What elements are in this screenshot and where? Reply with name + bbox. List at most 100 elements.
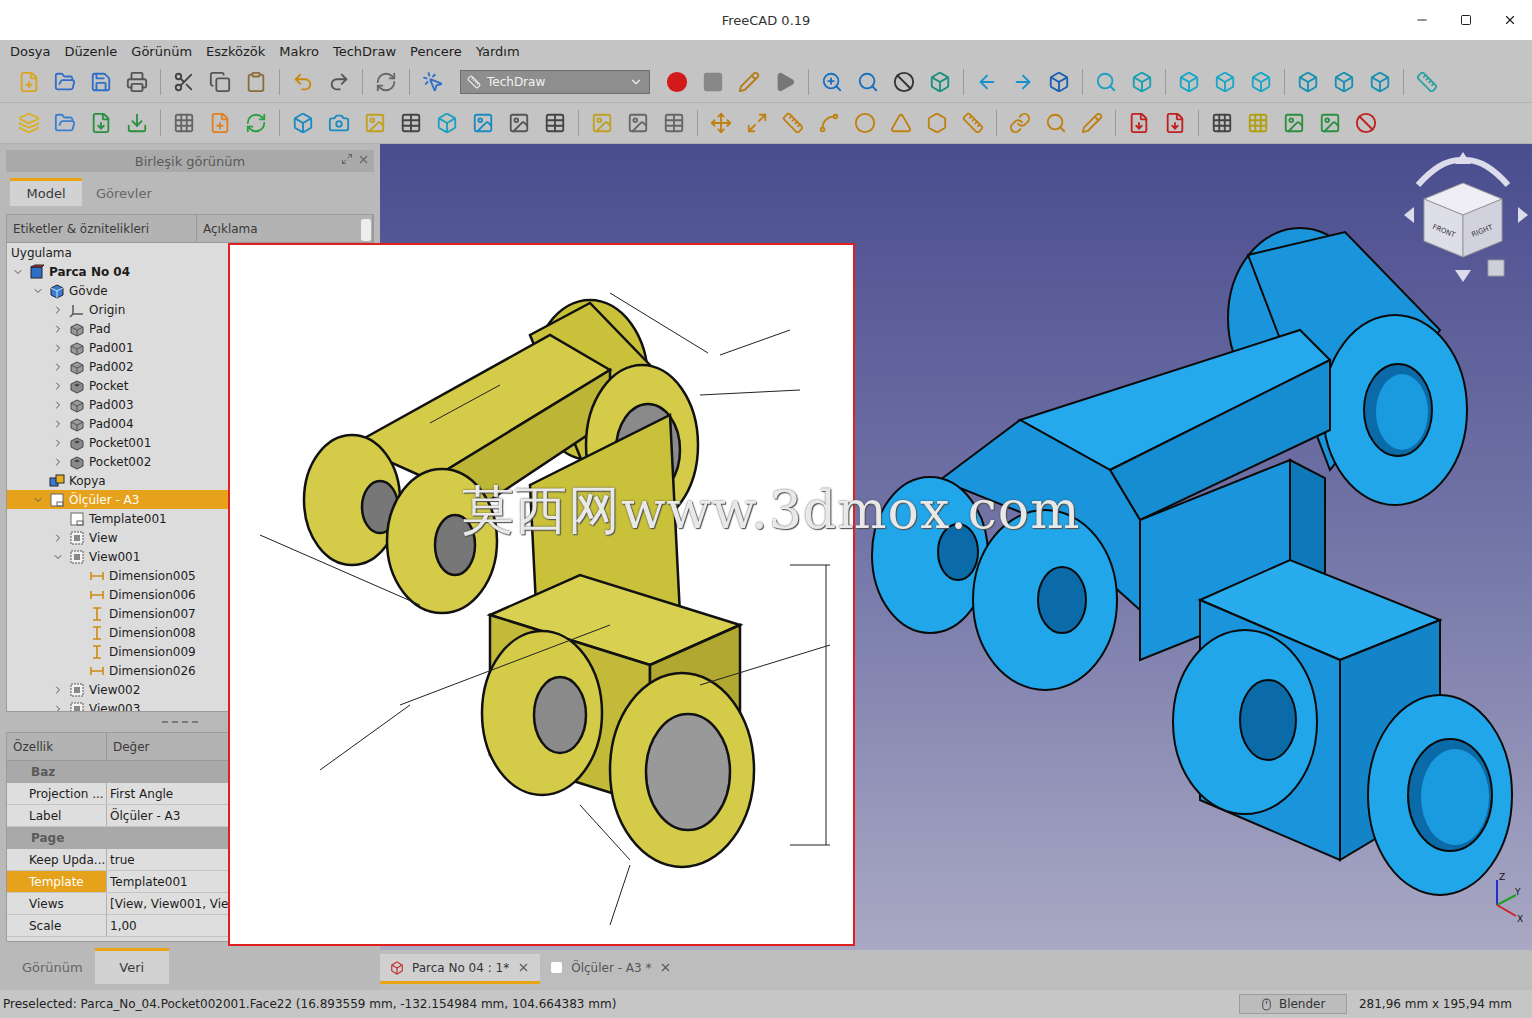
toolbar-button[interactable] — [1122, 107, 1156, 139]
toolbar-button[interactable] — [1363, 66, 1397, 98]
toolbar-button[interactable] — [369, 66, 403, 98]
toolbar-button[interactable] — [239, 107, 273, 139]
toolbar-button[interactable] — [538, 107, 572, 139]
toolbar-button[interactable] — [1125, 66, 1159, 98]
toolbar-button[interactable] — [704, 107, 738, 139]
toolbar-button[interactable] — [1039, 107, 1073, 139]
toolbar-button[interactable] — [1313, 107, 1347, 139]
expander[interactable] — [51, 455, 65, 469]
toolbar-button[interactable] — [851, 66, 885, 98]
expander[interactable] — [51, 550, 65, 564]
rotate-left-icon[interactable] — [1418, 160, 1460, 185]
toolbar-button[interactable] — [887, 66, 921, 98]
toolbar-button[interactable] — [203, 107, 237, 139]
close-tab-icon[interactable] — [517, 961, 530, 974]
toolbar-button[interactable] — [970, 66, 1004, 98]
toolbar-button[interactable] — [1410, 66, 1444, 98]
combo-tab[interactable]: Model — [10, 178, 82, 206]
toolbar-button[interactable] — [84, 66, 118, 98]
navigation-style-button[interactable]: Blender — [1239, 994, 1347, 1014]
expander[interactable] — [51, 303, 65, 317]
toolbar-button[interactable] — [1075, 107, 1109, 139]
toolbar-button[interactable] — [848, 107, 882, 139]
arrow-left-icon[interactable] — [1404, 207, 1414, 223]
toolbar-button[interactable] — [920, 107, 954, 139]
toolbar-button[interactable] — [732, 66, 766, 98]
maximize-button[interactable] — [1444, 0, 1488, 40]
blue-part[interactable] — [872, 228, 1512, 895]
minimize-button[interactable] — [1400, 0, 1444, 40]
toolbar-button[interactable] — [1327, 66, 1361, 98]
toolbar-button[interactable] — [1277, 107, 1311, 139]
expander[interactable] — [51, 341, 65, 355]
document-tab[interactable]: Ölçüler - A3 * — [540, 954, 682, 984]
toolbar-button[interactable] — [585, 107, 619, 139]
menu-item[interactable]: Pencere — [403, 44, 469, 59]
toolbar-button[interactable] — [768, 66, 802, 98]
property-tab[interactable]: Görünüm — [10, 948, 95, 984]
toolbar-button[interactable] — [1208, 66, 1242, 98]
toolbar-button[interactable] — [167, 66, 201, 98]
tree-column-header[interactable]: Açıklama — [197, 215, 373, 242]
combo-tab[interactable]: Görevler — [82, 178, 166, 206]
close-button[interactable] — [1488, 0, 1532, 40]
workbench-select[interactable]: TechDraw — [460, 70, 650, 94]
expander[interactable] — [51, 683, 65, 697]
view-menu-icon[interactable] — [1488, 260, 1504, 276]
arrow-down-icon[interactable] — [1455, 270, 1471, 282]
toolbar-button[interactable] — [120, 66, 154, 98]
expander[interactable] — [51, 360, 65, 374]
toolbar-button[interactable] — [120, 107, 154, 139]
toolbar-button[interactable] — [322, 66, 356, 98]
toolbar-button[interactable] — [322, 107, 356, 139]
toolbar-button[interactable] — [923, 66, 957, 98]
toolbar-button[interactable] — [660, 66, 694, 98]
expander[interactable] — [51, 322, 65, 336]
toolbar-button[interactable] — [167, 107, 201, 139]
toolbar-button[interactable] — [416, 66, 450, 98]
toolbar-button[interactable] — [466, 107, 500, 139]
toolbar-button[interactable] — [1089, 66, 1123, 98]
property-tab[interactable]: Veri — [95, 948, 169, 984]
toolbar-button[interactable] — [48, 66, 82, 98]
toolbar-button[interactable] — [1241, 107, 1275, 139]
rotate-right-icon[interactable] — [1466, 160, 1508, 185]
toolbar-button[interactable] — [657, 107, 691, 139]
toolbar-button[interactable] — [884, 107, 918, 139]
toolbar-button[interactable] — [1244, 66, 1278, 98]
toolbar-button[interactable] — [1003, 107, 1037, 139]
tree-column-header[interactable]: Etiketler & öznitelikleri — [7, 215, 197, 242]
menu-item[interactable]: Makro — [272, 44, 326, 59]
toolbar-button[interactable] — [1205, 107, 1239, 139]
menu-item[interactable]: Dosya — [3, 44, 57, 59]
toolbar-button[interactable] — [1006, 66, 1040, 98]
menu-item[interactable]: Görünüm — [124, 44, 199, 59]
toolbar-button[interactable] — [1291, 66, 1325, 98]
toolbar-button[interactable] — [358, 107, 392, 139]
toolbar-button[interactable] — [815, 66, 849, 98]
toolbar-button[interactable] — [12, 66, 46, 98]
toolbar-button[interactable] — [1172, 66, 1206, 98]
property-column-header[interactable]: Özellik — [7, 733, 107, 760]
toolbar-button[interactable] — [394, 107, 428, 139]
toolbar-button[interactable] — [621, 107, 655, 139]
expander[interactable] — [51, 379, 65, 393]
scrollbar-thumb[interactable] — [361, 219, 371, 241]
expander[interactable] — [51, 417, 65, 431]
toolbar-button[interactable] — [12, 107, 46, 139]
toolbar-button[interactable] — [84, 107, 118, 139]
toolbar-button[interactable] — [502, 107, 536, 139]
arrow-right-icon[interactable] — [1518, 207, 1528, 223]
expander[interactable] — [31, 284, 45, 298]
expander[interactable] — [31, 493, 45, 507]
menu-item[interactable]: TechDraw — [326, 44, 403, 59]
splitter-grip[interactable] — [162, 721, 198, 723]
toolbar-button[interactable] — [286, 107, 320, 139]
toolbar-button[interactable] — [696, 66, 730, 98]
toolbar-button[interactable] — [1349, 107, 1383, 139]
navigation-cube[interactable]: FRONTRIGHT — [1404, 152, 1528, 282]
toolbar-button[interactable] — [1158, 107, 1192, 139]
toolbar-button[interactable] — [956, 107, 990, 139]
expander[interactable] — [11, 265, 25, 279]
toolbar-button[interactable] — [286, 66, 320, 98]
